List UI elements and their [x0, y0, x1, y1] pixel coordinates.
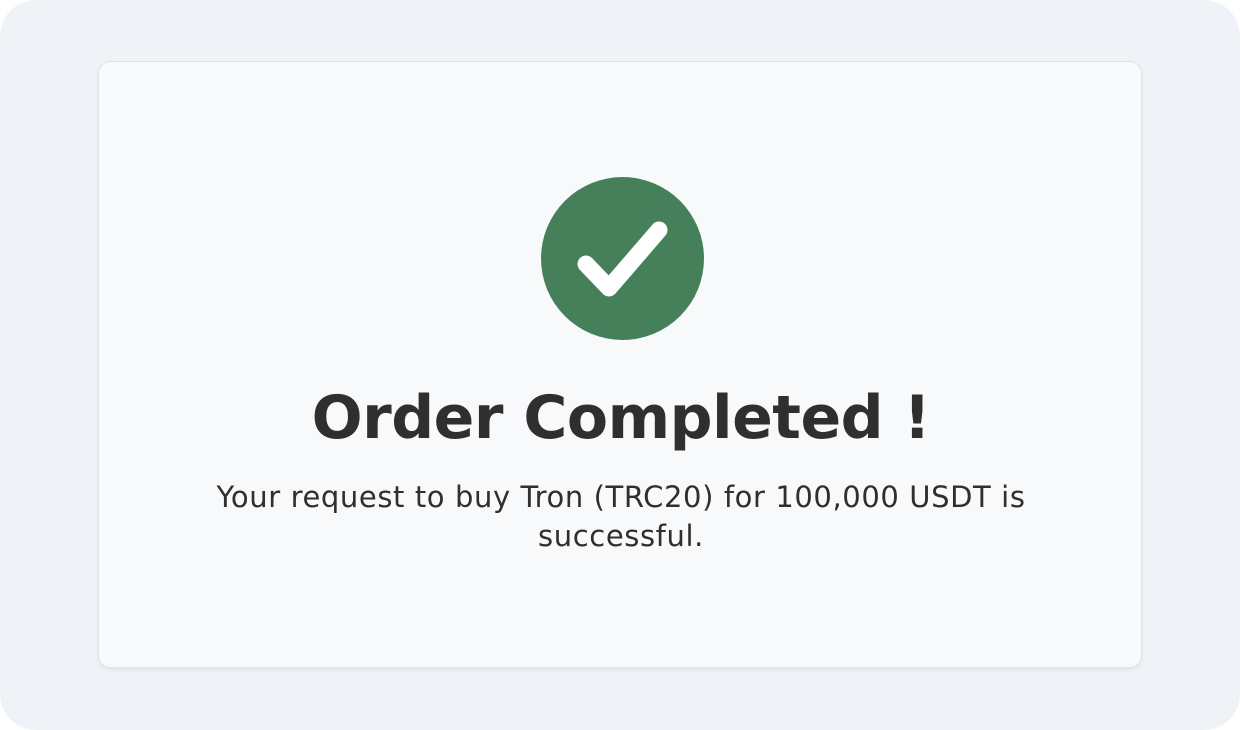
- page-background: Order Completed ! Your request to buy Tr…: [0, 0, 1240, 730]
- success-badge: [541, 177, 704, 340]
- dialog-message: Your request to buy Tron (TRC20) for 100…: [216, 480, 1026, 553]
- dialog-title: Order Completed !: [311, 383, 931, 453]
- order-completed-card: Order Completed ! Your request to buy Tr…: [98, 61, 1142, 668]
- check-icon: [577, 221, 668, 297]
